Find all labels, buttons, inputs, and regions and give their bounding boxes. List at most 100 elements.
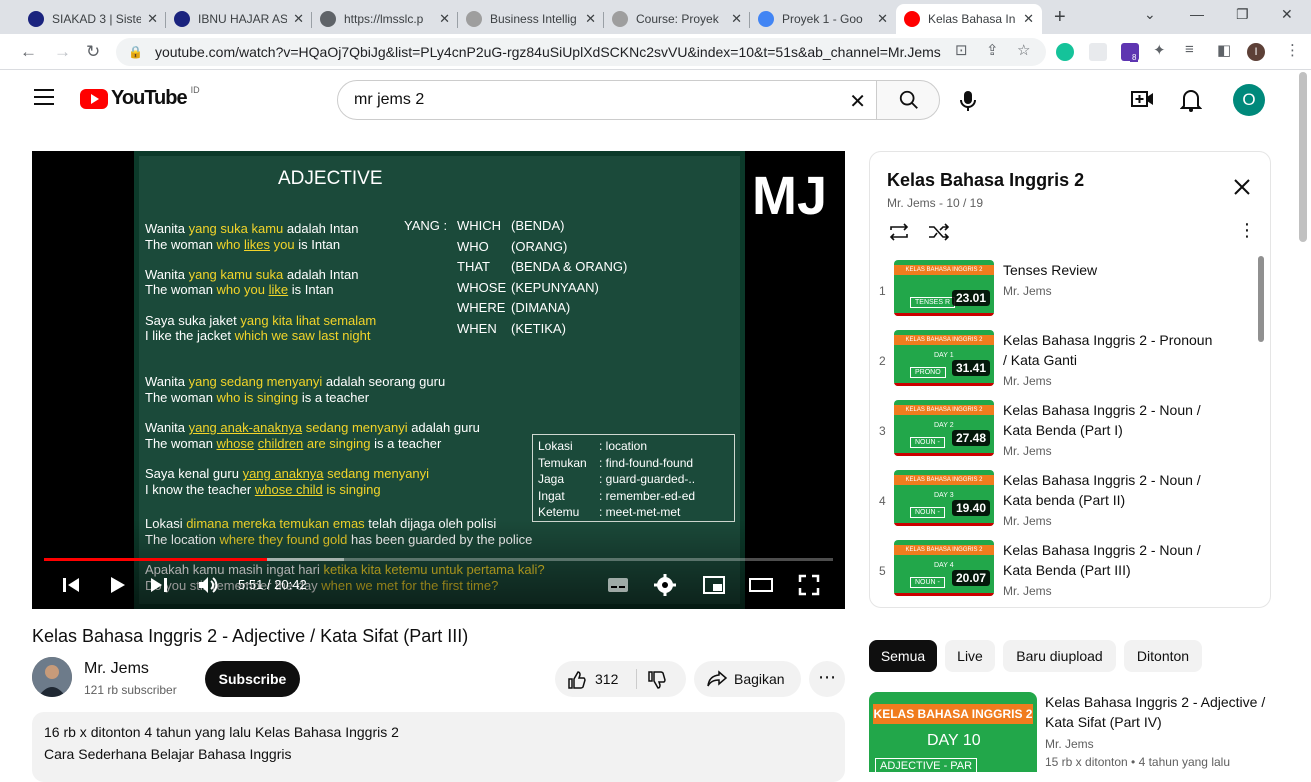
create-video-icon[interactable] [1131, 88, 1155, 110]
playlist-item-channel: Mr. Jems [1003, 374, 1052, 388]
media-controls-icon[interactable]: ≡ [1185, 41, 1194, 58]
guide-menu-icon[interactable] [34, 89, 54, 105]
loop-icon[interactable] [887, 222, 911, 242]
playlist-item-title[interactable]: Tenses Review [1003, 260, 1213, 280]
browser-tab[interactable]: Course: Proyek ✕ [604, 4, 750, 34]
playlist-item-title[interactable]: Kelas Bahasa Inggris 2 - Noun / Kata Ben… [1003, 400, 1213, 440]
search-icon [899, 90, 918, 109]
channel-name[interactable]: Mr. Jems [84, 660, 149, 678]
address-bar[interactable]: 🔒 youtube.com/watch?v=HQaOj7QbiJg&list=P… [116, 38, 1046, 66]
extensions-puzzle-icon[interactable]: ✦ [1153, 41, 1166, 59]
playlist-menu-icon[interactable]: ⋮ [1238, 220, 1256, 241]
video-player[interactable]: MJ ADJECTIVE Wanita yang suka kamu adala… [32, 151, 845, 609]
close-tab-icon[interactable]: ✕ [439, 11, 450, 27]
playlist-item-thumbnail[interactable]: KELAS BAHASA INGGRIS 2 DAY 1 PRONO 31.41 [894, 330, 994, 386]
page-scrollbar[interactable] [1299, 72, 1307, 242]
minimize-button[interactable]: — [1190, 6, 1204, 22]
clear-search-icon[interactable]: ✕ [849, 89, 866, 114]
filter-chip[interactable]: Ditonton [1124, 640, 1202, 672]
search-input[interactable]: mr jems 2 ✕ [337, 80, 877, 120]
subtitles-icon[interactable] [606, 574, 630, 596]
new-tab-button[interactable]: + [1054, 6, 1066, 29]
playlist-item[interactable]: 5 KELAS BAHASA INGGRIS 2 DAY 4 NOUN -20.07 K… [870, 540, 1256, 607]
share-page-icon[interactable]: ⇪ [986, 41, 999, 59]
close-tab-icon[interactable]: ✕ [293, 11, 304, 27]
close-tab-icon[interactable]: ✕ [1023, 11, 1034, 27]
recommended-channel[interactable]: Mr. Jems [1045, 737, 1094, 751]
next-video-icon[interactable] [148, 574, 170, 596]
bookmark-star-icon[interactable]: ☆ [1017, 41, 1030, 59]
browser-tab[interactable]: Proyek 1 - Goo ✕ [750, 4, 896, 34]
playlist-item[interactable]: 2 KELAS BAHASA INGGRIS 2 DAY 1 PRONO 31.41 Ke… [870, 330, 1256, 400]
yang-meaning: (BENDA & ORANG) [511, 259, 628, 274]
theater-mode-icon[interactable] [748, 574, 774, 596]
tab-favicon-icon [174, 11, 190, 27]
playlist-item-title[interactable]: Kelas Bahasa Inggris 2 - Noun / Kata ben… [1003, 470, 1213, 510]
shuffle-icon[interactable] [927, 222, 951, 242]
share-button[interactable]: Bagikan [694, 661, 801, 697]
playlist-item-title[interactable]: Kelas Bahasa Inggris 2 - Pronoun / Kata … [1003, 330, 1213, 370]
slide-line: Wanita yang sedang menyanyi adalah seora… [145, 374, 445, 389]
progress-bar[interactable] [44, 558, 833, 561]
browser-tab[interactable]: Business Intellig ✕ [458, 4, 604, 34]
browser-tab[interactable]: IBNU HAJAR AS ✕ [166, 4, 312, 34]
forward-icon[interactable]: → [54, 42, 71, 62]
playlist-scrollbar[interactable] [1258, 256, 1264, 342]
dislike-thumb-icon[interactable] [647, 670, 667, 690]
reload-icon[interactable]: ↻ [86, 42, 100, 62]
playlist-item[interactable]: 3 KELAS BAHASA INGGRIS 2 DAY 2 NOUN -27.48 K… [870, 400, 1256, 470]
recommended-video-title[interactable]: Kelas Bahasa Inggris 2 - Adjective / Kat… [1045, 692, 1285, 732]
settings-gear-icon[interactable] [654, 574, 676, 596]
close-window-button[interactable]: ✕ [1281, 6, 1293, 23]
extension-badge-icon[interactable]: 8 [1121, 43, 1139, 62]
install-app-icon[interactable]: ⊡ [955, 41, 968, 59]
tab-title: IBNU HAJAR AS [198, 12, 288, 26]
back-icon[interactable]: ← [20, 42, 37, 62]
channel-avatar[interactable] [32, 657, 72, 697]
volume-icon[interactable] [196, 574, 220, 596]
lock-icon[interactable]: 🔒 [128, 45, 143, 59]
tab-search-icon[interactable]: ⌄ [1144, 6, 1156, 23]
play-icon[interactable] [106, 574, 128, 596]
filter-chip[interactable]: Baru diupload [1003, 640, 1116, 672]
maximize-button[interactable]: ❐ [1236, 6, 1249, 23]
youtube-logo[interactable]: YouTube ID [80, 85, 200, 110]
browser-tab[interactable]: SIAKAD 3 | Siste ✕ [20, 4, 166, 34]
close-playlist-icon[interactable] [1233, 178, 1251, 196]
grammarly-extension-icon[interactable] [1056, 43, 1074, 61]
filter-chip[interactable]: Semua [869, 640, 937, 672]
search-button[interactable] [876, 80, 940, 120]
playlist-item-thumbnail[interactable]: KELAS BAHASA INGGRIS 2 DAY 4 NOUN - 20.07 [894, 540, 994, 596]
profile-avatar[interactable]: I [1247, 43, 1265, 61]
playlist-item-thumbnail[interactable]: KELAS BAHASA INGGRIS 2 TENSES R 23.01 [894, 260, 994, 316]
playlist-item-thumbnail[interactable]: KELAS BAHASA INGGRIS 2 DAY 3 NOUN - 19.40 [894, 470, 994, 526]
fullscreen-icon[interactable] [798, 574, 820, 596]
close-tab-icon[interactable]: ✕ [147, 11, 158, 27]
more-actions-button[interactable]: ⋯ [809, 661, 845, 697]
like-thumb-icon[interactable] [567, 670, 587, 690]
subscribe-button[interactable]: Subscribe [205, 661, 300, 697]
notifications-bell-icon[interactable] [1180, 88, 1202, 112]
close-tab-icon[interactable]: ✕ [585, 11, 596, 27]
description-box[interactable]: 16 rb x ditonton 4 tahun yang lalu Kelas… [32, 712, 845, 782]
close-tab-icon[interactable]: ✕ [731, 11, 742, 27]
playlist-item[interactable]: 1 KELAS BAHASA INGGRIS 2 TENSES R 23.01 Tens… [870, 260, 1256, 330]
browser-tab[interactable]: Kelas Bahasa In ✕ [896, 4, 1042, 34]
filter-chip[interactable]: Live [945, 640, 995, 672]
account-avatar[interactable]: O [1233, 84, 1265, 116]
microphone-icon[interactable] [958, 90, 978, 112]
side-panel-icon[interactable]: ◧ [1217, 41, 1231, 59]
like-count[interactable]: 312 [595, 671, 618, 687]
playlist-item-thumbnail[interactable]: KELAS BAHASA INGGRIS 2 DAY 2 NOUN - 27.48 [894, 400, 994, 456]
playlist-item-title[interactable]: Kelas Bahasa Inggris 2 - Noun / Kata Ben… [1003, 540, 1213, 580]
playlist-item[interactable]: 4 KELAS BAHASA INGGRIS 2 DAY 3 NOUN -19.40 K… [870, 470, 1256, 540]
youtube-header: YouTube ID mr jems 2 ✕ O [0, 70, 1311, 128]
close-tab-icon[interactable]: ✕ [877, 11, 888, 27]
extension-icon[interactable] [1089, 43, 1107, 61]
miniplayer-icon[interactable] [702, 574, 726, 596]
recommended-thumbnail[interactable]: KELAS BAHASA INGGRIS 2 DAY 10 ADJECTIVE … [869, 692, 1037, 772]
browser-menu-icon[interactable]: ⋮ [1285, 41, 1300, 59]
previous-video-icon[interactable] [60, 574, 82, 596]
browser-tab[interactable]: https://lmsslc.p ✕ [312, 4, 458, 34]
playlist-title[interactable]: Kelas Bahasa Inggris 2 [887, 170, 1084, 191]
